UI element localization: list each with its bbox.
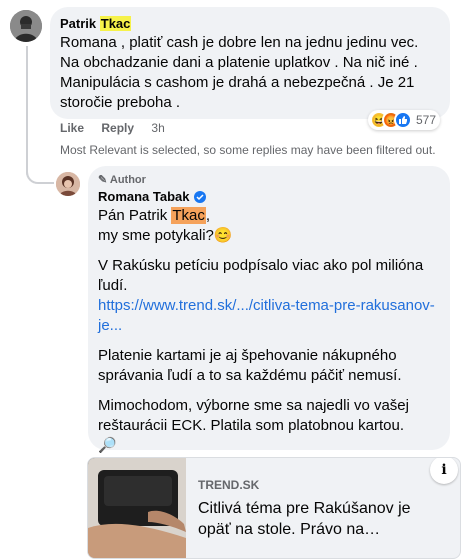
para3-line1: Mimochodom, výborne sme sa najedli vo va… <box>98 397 409 414</box>
pencil-icon: ✎ <box>98 174 108 186</box>
greeting-name: Tkac <box>171 207 206 224</box>
commenter-avatar[interactable] <box>10 10 42 42</box>
person-photo-icon <box>56 172 80 196</box>
link-line2: je... <box>98 317 123 334</box>
reply-text: Pán Patrik Tkac, my sme potykali?😊 V Rak… <box>98 206 443 456</box>
trailing-emoji: 🔎 <box>98 437 117 454</box>
reply-author[interactable]: Romana Tabak <box>98 189 206 205</box>
comment-line: Romana , platiť cash je dobre len na jed… <box>60 34 419 51</box>
card-title-line1: Citlivá téma pre Rakúšanov je <box>198 500 411 517</box>
reply-greeting: Pán Patrik Tkac, <box>98 206 443 226</box>
link-preview-card[interactable]: TREND.SK Citlivá téma pre Rakúšanov je o… <box>87 457 461 559</box>
filter-note: Most Relevant is selected, so some repli… <box>60 143 436 157</box>
comment-text: Romana , platiť cash je dobre len na jed… <box>60 33 450 113</box>
para1-line1: V Rakúsku petíciu podpísalo viac ako pol… <box>98 257 424 274</box>
reply-line-text: my sme potykali? <box>98 227 214 244</box>
comment-author-first: Patrik <box>60 16 97 31</box>
reaction-summary[interactable]: 😆 😡 577 <box>368 110 441 130</box>
comment-author-last: Tkac <box>99 16 132 31</box>
reply-author-name: Romana Tabak <box>98 189 190 204</box>
reply-bubble: ✎ Author Romana Tabak Pán Patrik Tkac, m… <box>88 166 450 454</box>
card-title: Citlivá téma pre Rakúšanov je opäť na st… <box>198 498 411 540</box>
para2-line2: správania ľudí a to sa každému páčiť nem… <box>98 367 402 384</box>
like-icon <box>394 111 412 129</box>
comment-line: Manipulácia s cashom je drahá a nebezpeč… <box>60 74 415 91</box>
comment-bubble: Patrik Tkac Romana , platiť cash je dobr… <box>50 7 450 119</box>
greeting-suffix: , <box>205 207 211 224</box>
greeting-prefix: Pán Patrik <box>98 207 172 224</box>
reaction-count: 577 <box>416 113 437 127</box>
author-badge: ✎ Author <box>98 173 146 186</box>
reply-button[interactable]: Reply <box>101 121 134 135</box>
info-icon: i <box>441 462 447 478</box>
comment-time[interactable]: 3h <box>151 121 164 135</box>
reply-avatar[interactable] <box>56 172 80 196</box>
thread-connector-branch <box>26 168 54 184</box>
card-thumbnail <box>88 458 186 558</box>
link-line1: https://www.trend.sk/.../citliva-tema-pr… <box>98 297 435 314</box>
person-silhouette-icon <box>10 10 42 42</box>
card-title-line2: opäť na stole. Právo na… <box>198 521 381 538</box>
comment-author[interactable]: Patrik Tkac <box>60 16 132 32</box>
author-badge-label: Author <box>109 174 146 186</box>
comment-line: Na obchadzanie dani a platenie uplatkov … <box>60 54 418 71</box>
thread-connector <box>26 46 52 184</box>
para3-line2: reštaurácii ECK. Platila som platobnou k… <box>98 417 404 434</box>
card-site: TREND.SK <box>198 478 260 492</box>
verified-icon <box>193 191 206 203</box>
article-link[interactable]: https://www.trend.sk/.../citliva-tema-pr… <box>98 296 443 336</box>
smile-emoji: 😊 <box>213 227 233 244</box>
para1-line2: ľudí. <box>98 277 128 294</box>
reply-line: my sme potykali?😊 <box>98 226 443 246</box>
info-button[interactable]: i <box>430 458 458 484</box>
wallet-image-icon <box>88 458 186 558</box>
comment-actions: Like Reply 3h <box>60 121 179 135</box>
para2-line1: Platenie kartami je aj špehovanie nákupn… <box>98 347 397 364</box>
like-button[interactable]: Like <box>60 121 84 135</box>
